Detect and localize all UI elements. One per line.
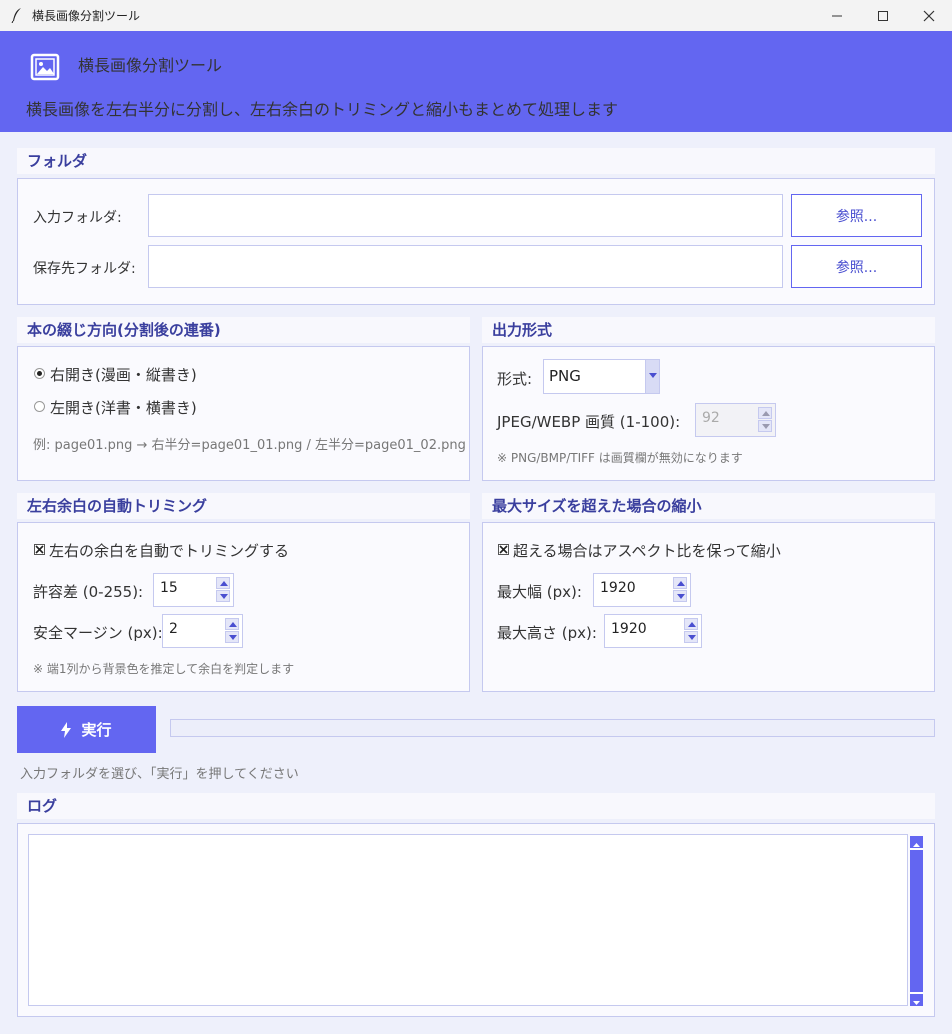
quality-up-button[interactable] xyxy=(758,407,772,419)
max-width-up-button[interactable] xyxy=(673,577,687,589)
checkmark-icon xyxy=(35,545,44,554)
close-icon xyxy=(923,10,935,21)
quality-value: 92 xyxy=(702,410,720,426)
format-note: ※ PNG/BMP/TIFF は画質欄が無効になります xyxy=(497,451,743,465)
maximize-icon xyxy=(878,10,888,21)
tolerance-down-button[interactable] xyxy=(216,590,230,602)
right-open-label[interactable]: 右開き(漫画・縦書き) xyxy=(50,364,197,385)
output-browse-button[interactable]: 参照... xyxy=(791,245,922,288)
minimize-icon xyxy=(832,15,842,16)
max-height-value: 1920 xyxy=(611,621,647,637)
scroll-down-button[interactable] xyxy=(910,994,923,1006)
quality-label: JPEG/WEBP 画質 (1-100): xyxy=(497,413,681,431)
trim-section-title: 左右余白の自動トリミング xyxy=(17,493,470,519)
left-open-label[interactable]: 左開き(洋書・横書き) xyxy=(50,397,197,418)
max-height-spinbox[interactable]: 1920 xyxy=(604,614,702,648)
input-folder-field[interactable] xyxy=(148,194,783,237)
max-height-up-button[interactable] xyxy=(684,618,698,630)
quality-down-button[interactable] xyxy=(758,420,772,432)
checkmark-icon xyxy=(499,545,508,554)
output-folder-field[interactable] xyxy=(148,245,783,288)
log-section-title: ログ xyxy=(17,793,935,819)
arrow-down-icon xyxy=(677,594,685,599)
arrow-down-icon xyxy=(220,594,228,599)
max-width-spinbox[interactable]: 1920 xyxy=(593,573,691,607)
binding-section-title: 本の綴じ方向(分割後の連番) xyxy=(17,317,470,343)
chevron-down-icon[interactable] xyxy=(645,360,659,393)
left-open-radio[interactable] xyxy=(34,401,45,412)
trim-checkbox[interactable] xyxy=(34,544,45,555)
maximize-button[interactable] xyxy=(860,0,906,31)
right-open-radio[interactable] xyxy=(34,368,45,379)
minimize-button[interactable] xyxy=(814,0,860,31)
page-title: 横長画像分割ツール xyxy=(78,56,223,75)
quality-spinbox[interactable]: 92 xyxy=(695,403,776,437)
arrow-down-icon xyxy=(762,424,770,429)
window-title: 横長画像分割ツール xyxy=(32,9,141,23)
arrow-up-icon xyxy=(762,411,770,416)
max-width-value: 1920 xyxy=(600,580,636,596)
feather-icon xyxy=(11,8,21,23)
arrow-up-icon xyxy=(229,622,237,627)
output-folder-label: 保存先フォルダ: xyxy=(33,261,136,277)
margin-value: 2 xyxy=(169,621,178,637)
resize-section-title: 最大サイズを超えた場合の縮小 xyxy=(482,493,935,519)
input-folder-label: 入力フォルダ: xyxy=(33,210,122,226)
margin-label: 安全マージン (px): xyxy=(33,624,163,642)
run-button[interactable]: 実行 xyxy=(17,706,156,753)
tolerance-label: 許容差 (0-255): xyxy=(33,583,144,601)
tolerance-value: 15 xyxy=(160,580,178,596)
trim-checkbox-label[interactable]: 左右の余白を自動でトリミングする xyxy=(49,540,289,561)
scroll-up-button[interactable] xyxy=(910,836,923,848)
picture-frame-icon xyxy=(30,53,60,81)
status-text: 入力フォルダを選び、「実行」を押してください xyxy=(20,767,299,782)
page-subtitle: 横長画像を左右半分に分割し、左右余白のトリミングと縮小もまとめて処理します xyxy=(26,100,619,119)
tolerance-spinbox[interactable]: 15 xyxy=(153,573,234,607)
format-section-title: 出力形式 xyxy=(482,317,935,343)
max-width-down-button[interactable] xyxy=(673,590,687,602)
format-select-value: PNG xyxy=(549,367,581,385)
margin-down-button[interactable] xyxy=(225,631,239,643)
input-browse-button[interactable]: 参照... xyxy=(791,194,922,237)
resize-checkbox-label[interactable]: 超える場合はアスペクト比を保って縮小 xyxy=(513,540,781,561)
max-height-label: 最大高さ (px): xyxy=(497,624,597,642)
arrow-down-icon xyxy=(229,635,237,640)
arrow-up-icon xyxy=(220,581,228,586)
max-width-label: 最大幅 (px): xyxy=(497,583,582,601)
log-scrollbar[interactable] xyxy=(910,836,923,1006)
arrow-up-icon xyxy=(677,581,685,586)
margin-up-button[interactable] xyxy=(225,618,239,630)
format-label: 形式: xyxy=(497,370,533,388)
arrow-up-icon xyxy=(688,622,696,627)
margin-spinbox[interactable]: 2 xyxy=(162,614,243,648)
tolerance-up-button[interactable] xyxy=(216,577,230,589)
folder-section-title: フォルダ xyxy=(17,148,935,174)
resize-checkbox[interactable] xyxy=(498,544,509,555)
trim-note: ※ 端1列から背景色を推定して余白を判定します xyxy=(33,662,295,676)
format-select[interactable]: PNG xyxy=(543,359,660,394)
window-titlebar: 横長画像分割ツール xyxy=(0,0,952,32)
lightning-icon xyxy=(61,721,72,738)
arrow-down-icon xyxy=(688,635,696,640)
close-button[interactable] xyxy=(906,0,952,31)
log-textarea[interactable] xyxy=(28,834,908,1006)
progress-bar xyxy=(170,719,935,737)
arrow-down-icon xyxy=(913,1001,920,1005)
run-button-label: 実行 xyxy=(81,721,112,739)
binding-example-note: 例: page01.png → 右半分=page01_01.png / 左半分=… xyxy=(33,438,466,453)
max-height-down-button[interactable] xyxy=(684,631,698,643)
scroll-thumb[interactable] xyxy=(910,850,923,992)
